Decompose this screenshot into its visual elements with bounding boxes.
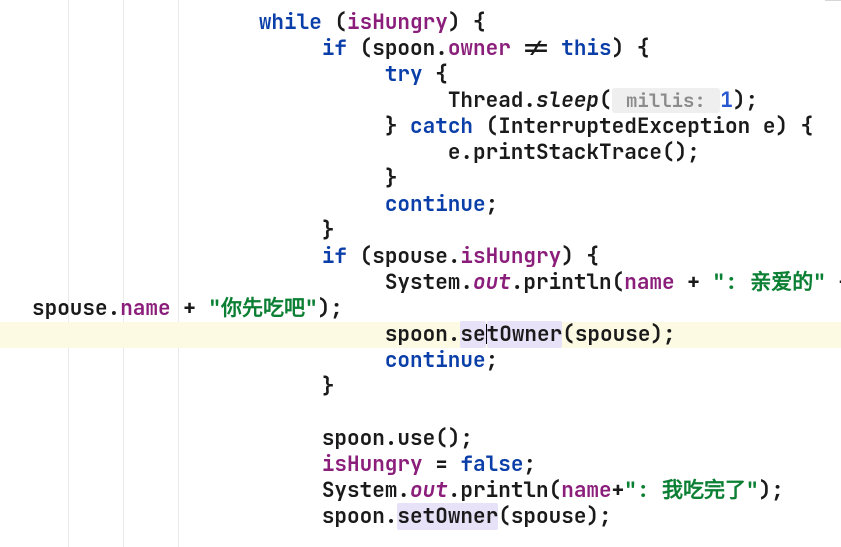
token-plain: + <box>171 295 209 322</box>
code-line[interactable]: } catch (InterruptedException e) { <box>0 114 841 140</box>
token-plain: ; <box>523 451 536 478</box>
token-plain: e.printStackTrace(); <box>448 139 700 166</box>
code-line[interactable]: spoon.setOwner(spouse); <box>0 322 841 348</box>
token-fld: isHungry <box>347 9 448 36</box>
code-line[interactable]: if (spoon.owner != this) { <box>0 36 841 62</box>
token-fld: name <box>624 269 674 296</box>
token-plain: ; <box>486 191 499 218</box>
token-kw: false <box>460 451 523 478</box>
token-plain: + <box>675 269 713 296</box>
token-str: ": 我吃完了" <box>624 477 758 504</box>
token-fld: isHungry <box>460 243 561 270</box>
token-plain: ; <box>486 347 499 374</box>
token-fld: isHungry <box>322 451 423 478</box>
token-plain: } <box>385 165 398 192</box>
token-plain: spoon. <box>385 321 461 348</box>
token-plain: { <box>423 61 448 88</box>
token-sel: se <box>460 321 485 348</box>
token-plain: ) { <box>561 243 599 270</box>
token-plain: ( <box>599 87 612 114</box>
code-line[interactable]: continue; <box>0 192 841 218</box>
code-line[interactable]: } <box>0 218 841 244</box>
token-stat: out <box>410 477 448 504</box>
token-hint: millis: <box>612 88 721 113</box>
code-editor[interactable]: while (isHungry) { if (spoon.owner != th… <box>0 0 841 547</box>
token-kw: continue <box>385 191 486 218</box>
token-kw: continue <box>385 347 486 374</box>
token-num: 1 <box>720 87 733 114</box>
code-line-wrap[interactable]: spouse.name + "你先吃吧"); <box>0 296 841 322</box>
token-plain: ) { <box>448 9 486 36</box>
token-plain: .println( <box>511 269 624 296</box>
token-stat: out <box>473 269 511 296</box>
token-plain: .println( <box>448 477 561 504</box>
token-kw: if <box>322 35 347 62</box>
token-plain: (spouse); <box>562 321 675 348</box>
token-str: "你先吃吧" <box>208 295 317 322</box>
token-plain: System. <box>385 269 473 296</box>
code-line[interactable]: continue; <box>0 348 841 374</box>
token-kw: this <box>561 35 611 62</box>
token-kw: catch <box>410 113 473 140</box>
token-fld: name <box>561 477 611 504</box>
token-plain: } <box>322 217 335 244</box>
token-plain: ); <box>759 477 784 504</box>
token-plain: + <box>826 269 841 296</box>
code-line[interactable]: Thread.sleep( millis: 1); <box>0 88 841 114</box>
token-sel: tOwner <box>487 321 563 348</box>
code-line[interactable]: try { <box>0 62 841 88</box>
token-plain: ( <box>322 9 347 36</box>
code-line[interactable]: spoon.setOwner(spouse); <box>0 504 841 530</box>
token-plain: + <box>612 477 625 504</box>
token-plain: (spouse); <box>498 503 611 530</box>
token-plain: = <box>423 451 461 478</box>
token-kw: while <box>259 9 322 36</box>
code-line[interactable]: } <box>0 374 841 400</box>
code-area[interactable]: while (isHungry) { if (spoon.owner != th… <box>0 0 841 530</box>
token-plain: != <box>511 35 561 62</box>
token-plain: Thread. <box>448 87 536 114</box>
token-plain: ) { <box>612 35 650 62</box>
code-line[interactable]: e.printStackTrace(); <box>0 140 841 166</box>
token-plain: ); <box>318 295 343 322</box>
code-line[interactable]: while (isHungry) { <box>0 10 841 36</box>
token-smeth: sleep <box>536 87 599 114</box>
code-line[interactable]: System.out.println(name+": 我吃完了"); <box>0 478 841 504</box>
token-sel: setOwner <box>397 503 498 530</box>
code-line[interactable] <box>0 400 841 426</box>
token-kw: try <box>385 61 423 88</box>
token-fld: owner <box>448 35 511 62</box>
code-line[interactable]: spoon.use(); <box>0 426 841 452</box>
token-plain: System. <box>322 477 410 504</box>
token-plain: (spouse. <box>347 243 460 270</box>
token-plain: (spoon. <box>347 35 448 62</box>
code-line[interactable]: System.out.println(name + ": 亲爱的" + <box>0 270 841 296</box>
code-line[interactable]: isHungry = false; <box>0 452 841 478</box>
token-str: ": 亲爱的" <box>712 269 825 296</box>
token-plain: ); <box>733 87 758 114</box>
token-plain: spoon.use(); <box>322 425 473 452</box>
token-plain: spoon. <box>322 503 398 530</box>
token-plain: } <box>385 113 410 140</box>
token-fld: name <box>120 295 170 322</box>
token-kw: if <box>322 243 347 270</box>
token-plain: (InterruptedException e) { <box>473 113 813 140</box>
code-line[interactable]: } <box>0 166 841 192</box>
token-plain: } <box>322 373 335 400</box>
code-line[interactable]: if (spouse.isHungry) { <box>0 244 841 270</box>
